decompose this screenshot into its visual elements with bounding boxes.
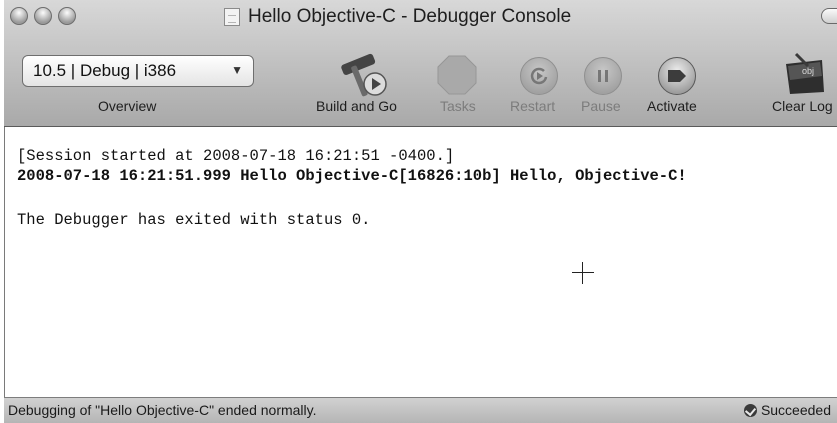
minimize-window-button[interactable]	[34, 7, 52, 25]
close-window-button[interactable]	[10, 7, 28, 25]
restart-button[interactable]	[520, 57, 558, 95]
pause-icon	[598, 70, 608, 82]
restart-label: Restart	[510, 98, 556, 114]
restart-icon	[530, 67, 548, 85]
stop-tasks-icon[interactable]	[436, 54, 478, 96]
build-result[interactable]: Succeeded	[743, 402, 831, 418]
console-output[interactable]: [Session started at 2008-07-18 16:21:51 …	[4, 127, 837, 397]
document-icon	[224, 8, 240, 26]
status-message: Debugging of "Hello Objective-C" ended n…	[8, 402, 317, 418]
console-line-session: [Session started at 2008-07-18 16:21:51 …	[17, 147, 455, 165]
toolbar: Hello Objective-C - Debugger Console 10.…	[4, 0, 837, 127]
window-title-text: Hello Objective-C - Debugger Console	[248, 6, 572, 27]
succeeded-check-icon	[743, 403, 757, 417]
crosshair-cursor-icon	[572, 262, 594, 284]
clear-log-label: Clear Log	[772, 98, 833, 114]
overview-popup-value: 10.5 | Debug | i386	[33, 61, 177, 80]
toolbar-toggle-button[interactable]	[821, 8, 837, 24]
overview-label: Overview	[98, 98, 157, 114]
activate-button[interactable]	[658, 57, 696, 95]
hammer-build-icon[interactable]	[337, 50, 393, 98]
pause-button[interactable]	[584, 57, 622, 95]
build-result-text: Succeeded	[760, 402, 831, 418]
debugger-console-window: Hello Objective-C - Debugger Console 10.…	[4, 0, 837, 423]
status-bar: Debugging of "Hello Objective-C" ended n…	[4, 397, 837, 423]
popup-arrow-icon: ▼	[231, 63, 243, 77]
clear-log-icon[interactable]: obj	[782, 52, 828, 96]
console-line-output: 2008-07-18 16:21:51.999 Hello Objective-…	[17, 167, 687, 185]
build-and-go-label: Build and Go	[316, 98, 397, 114]
overview-popup-button[interactable]: 10.5 | Debug | i386 ▼	[22, 55, 254, 87]
svg-text:obj: obj	[802, 66, 814, 76]
pause-label: Pause	[581, 98, 621, 114]
zoom-window-button[interactable]	[58, 7, 76, 25]
tasks-label: Tasks	[440, 98, 476, 114]
console-line-exit: The Debugger has exited with status 0.	[17, 211, 371, 229]
activate-label: Activate	[647, 98, 697, 114]
window-title: Hello Objective-C - Debugger Console	[224, 5, 571, 29]
activate-icon	[668, 70, 686, 82]
